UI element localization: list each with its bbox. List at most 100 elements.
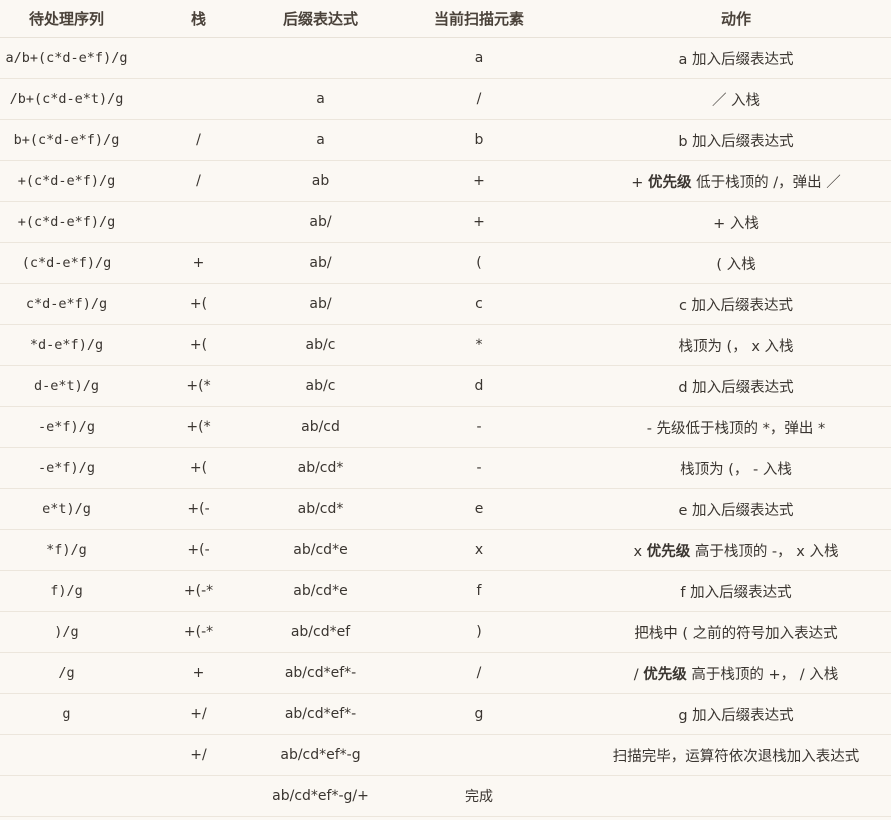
queue-cell xyxy=(0,734,133,776)
action-cell: c 加入后缀表达式 xyxy=(581,283,891,325)
queue-cell: +(c*d-e*f)/g xyxy=(0,160,133,202)
stack-cell: +(* xyxy=(133,365,264,407)
action-cell: f 加入后缀表达式 xyxy=(581,570,891,612)
current-cell: ⅹ xyxy=(377,529,581,571)
table-row: e*t)/g +(- ab/cd* e e 加入后缀表达式 xyxy=(0,488,891,530)
header-stack: 栈 xyxy=(133,0,264,38)
current-cell: / xyxy=(377,652,581,694)
stack-cell: +( xyxy=(133,283,264,325)
postfix-cell: ab/ xyxy=(264,242,377,284)
header-postfix: 后缀表达式 xyxy=(264,0,377,38)
action-text: 栈顶为 (， - 入栈 xyxy=(680,461,792,478)
stack-cell: + xyxy=(133,652,264,694)
action-text: d 加入后缀表达式 xyxy=(678,379,794,396)
action-cell: 栈顶为 (， ⅹ 入栈 xyxy=(581,324,891,366)
action-text: 高于栈顶的 +， / 入栈 xyxy=(686,666,839,683)
table-row: /g + ab/cd*ef*- / / 优先级 高于栈顶的 +， / 入栈 xyxy=(0,652,891,694)
current-cell: d xyxy=(377,365,581,407)
action-cell: - 先级低于栈顶的 *，弹出 * xyxy=(581,406,891,448)
stack-cell: +(- xyxy=(133,488,264,530)
header-row: 待处理序列 栈 后缀表达式 当前扫描元素 动作 xyxy=(0,0,891,38)
table-row: f)/g +(-* ab/cd*e f f 加入后缀表达式 xyxy=(0,570,891,612)
table-row: -e*f)/g +(ab/cd* - 栈顶为 (， - 入栈 xyxy=(0,447,891,489)
action-cell: 扫描完毕，运算符依次退栈加入表达式 xyxy=(581,734,891,776)
current-cell: g xyxy=(377,693,581,735)
current-cell: c xyxy=(377,283,581,325)
table-body: a/b+(c*d-e*f)/g a a 加入后缀表达式/b+(c*d-e*t)/g a… xyxy=(0,37,891,817)
action-emphasis: 优先级 xyxy=(648,174,692,191)
action-cell: + 优先级 低于栈顶的 /，弹出 ／ xyxy=(581,160,891,202)
table-row: *f)/g +(- ab/cd*e ⅹ ⅹ 优先级 高于栈顶的 -， ⅹ 入栈 xyxy=(0,529,891,571)
table-row: g +/ab/cd*ef*- g g 加入后缀表达式 xyxy=(0,693,891,735)
postfix-cell: ab/cd* xyxy=(264,488,377,530)
current-cell: ) xyxy=(377,611,581,653)
stack-cell: / xyxy=(133,119,264,161)
action-cell: d 加入后缀表达式 xyxy=(581,365,891,407)
action-text: ⅹ xyxy=(633,543,647,560)
postfix-cell xyxy=(264,37,377,79)
action-text: + 入栈 xyxy=(713,215,759,232)
table-row: +(c*d-e*f)/g / ab + + 优先级 低于栈顶的 /，弹出 ／ xyxy=(0,160,891,202)
current-cell: / xyxy=(377,78,581,120)
action-emphasis: 优先级 xyxy=(646,543,691,560)
table-row: d-e*t)/g +(* ab/c d d 加入后缀表达式 xyxy=(0,365,891,407)
action-text: a 加入后缀表达式 xyxy=(678,51,794,68)
action-cell: e 加入后缀表达式 xyxy=(581,488,891,530)
action-cell: 栈顶为 (， - 入栈 xyxy=(581,447,891,489)
action-text: - 先级低于栈顶的 *，弹出 * xyxy=(646,420,826,437)
stack-cell: + xyxy=(133,242,264,284)
action-text: 扫描完毕，运算符依次退栈加入表达式 xyxy=(612,748,860,765)
stack-cell: +(- xyxy=(133,529,264,571)
table-row: ab/cd*ef*-g/+ 完成 xyxy=(0,775,891,817)
current-cell: + xyxy=(377,201,581,243)
queue-cell: (c*d-e*f)/g xyxy=(0,242,133,284)
postfix-cell: ab/cd*ef*- xyxy=(264,652,377,694)
table-row: *d-e*f)/g +(ab/c * 栈顶为 (， ⅹ 入栈 xyxy=(0,324,891,366)
queue-cell: b+(c*d-e*f)/g xyxy=(0,119,133,161)
action-text: g 加入后缀表达式 xyxy=(678,707,794,724)
current-cell: b xyxy=(377,119,581,161)
action-cell: a 加入后缀表达式 xyxy=(581,37,891,79)
action-text: e 加入后缀表达式 xyxy=(678,502,794,519)
table-row: a/b+(c*d-e*f)/g a a 加入后缀表达式 xyxy=(0,37,891,79)
stack-cell: +(* xyxy=(133,406,264,448)
postfix-cell: ab/c xyxy=(264,365,377,407)
stack-cell: +( xyxy=(133,447,264,489)
table-row: +(c*d-e*f)/g ab/+ + 入栈 xyxy=(0,201,891,243)
action-cell: ／ 入栈 xyxy=(581,78,891,120)
queue-cell: *d-e*f)/g xyxy=(0,324,133,366)
action-cell: / 优先级 高于栈顶的 +， / 入栈 xyxy=(581,652,891,694)
stack-cell xyxy=(133,201,264,243)
action-text: 低于栈顶的 /，弹出 ／ xyxy=(691,174,841,191)
stack-cell: +(-* xyxy=(133,570,264,612)
action-cell: 把栈中 ( 之前的符号加入表达式 xyxy=(581,611,891,653)
postfix-cell: ab/c xyxy=(264,324,377,366)
queue-cell: a/b+(c*d-e*f)/g xyxy=(0,37,133,79)
stack-cell xyxy=(133,78,264,120)
postfix-cell: ab/cd xyxy=(264,406,377,448)
queue-cell: )/g xyxy=(0,611,133,653)
stack-cell: +( xyxy=(133,324,264,366)
queue-cell: +(c*d-e*f)/g xyxy=(0,201,133,243)
queue-cell xyxy=(0,775,133,817)
action-text: 把栈中 ( 之前的符号加入表达式 xyxy=(634,625,838,642)
table-row: /b+(c*d-e*t)/g a / ／ 入栈 xyxy=(0,78,891,120)
table-row: -e*f)/g +(* ab/cd - - 先级低于栈顶的 *，弹出 * xyxy=(0,406,891,448)
stack-cell xyxy=(133,37,264,79)
action-text: f 加入后缀表达式 xyxy=(680,584,792,601)
current-cell: - xyxy=(377,406,581,448)
action-cell: ⅹ 优先级 高于栈顶的 -， ⅹ 入栈 xyxy=(581,529,891,571)
queue-cell: -e*f)/g xyxy=(0,406,133,448)
header-queue: 待处理序列 xyxy=(0,0,133,38)
header-current: 当前扫描元素 xyxy=(377,0,581,38)
current-cell: f xyxy=(377,570,581,612)
action-text: 栈顶为 (， ⅹ 入栈 xyxy=(678,338,794,355)
action-text: 高于栈顶的 -， ⅹ 入栈 xyxy=(690,543,839,560)
stack-cell: / xyxy=(133,160,264,202)
table-row: )/g +(-* ab/cd*ef) 把栈中 ( 之前的符号加入表达式 xyxy=(0,611,891,653)
table-row: b+(c*d-e*f)/g / a b b 加入后缀表达式 xyxy=(0,119,891,161)
current-cell: 完成 xyxy=(377,775,581,817)
postfix-cell: ab/cd*ef*-g/+ xyxy=(264,775,377,817)
current-cell: + xyxy=(377,160,581,202)
action-text: b 加入后缀表达式 xyxy=(678,133,794,150)
